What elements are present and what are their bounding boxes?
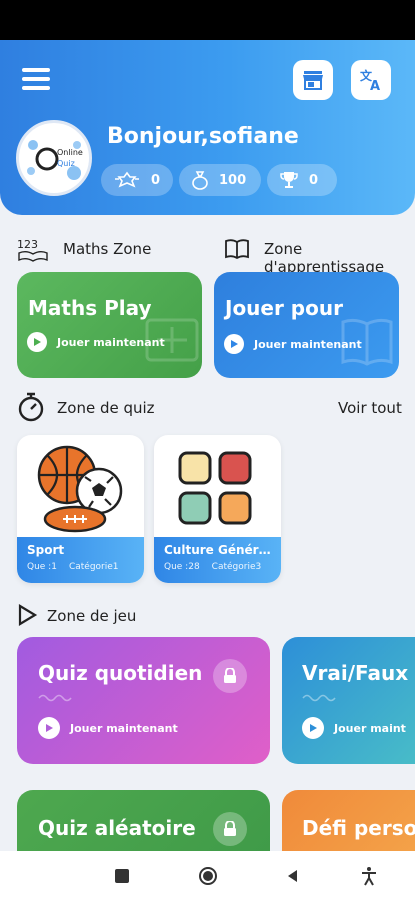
system-nav-bar	[0, 851, 415, 900]
trophy-icon	[280, 172, 298, 188]
true-false-card[interactable]: Vrai/Faux Jouer maint	[282, 637, 415, 764]
coins-stat: 100	[179, 164, 261, 196]
quiz-card-footer: Culture Généra... Que :28 Catégorie3	[154, 537, 281, 583]
daily-quiz-action-label: Jouer maintenant	[70, 721, 178, 735]
quiz-category: Catégorie3	[211, 562, 262, 572]
lock-icon	[213, 812, 247, 846]
recents-button[interactable]	[115, 869, 129, 883]
status-bar	[0, 0, 415, 40]
header: 文 A Online Quiz Bonjour,sofiane 0 100 0	[0, 40, 415, 215]
svg-text:A: A	[370, 79, 380, 91]
store-button[interactable]	[293, 60, 333, 100]
badge-value: 0	[151, 172, 161, 188]
wave-decor	[38, 694, 72, 702]
avatar[interactable]: Online Quiz	[16, 120, 92, 196]
quiz-zone-title: Zone de quiz	[57, 399, 155, 417]
maths-play-title: Maths Play	[28, 296, 152, 320]
lock-icon	[213, 659, 247, 693]
svg-text:Online: Online	[57, 148, 83, 157]
see-all-link[interactable]: Voir tout	[338, 399, 402, 417]
personal-challenge-title: Défi perso	[302, 816, 415, 840]
translate-icon: 文 A	[360, 69, 380, 91]
quiz-name: Sport	[27, 543, 65, 557]
timer-icon	[18, 392, 44, 422]
badge-stat: 0	[101, 164, 173, 196]
random-quiz-title: Quiz aléatoire	[38, 816, 196, 840]
svg-text:123: 123	[17, 238, 38, 251]
play-icon	[224, 334, 244, 354]
question-count: Que :1	[27, 562, 57, 572]
maths-play-action-label: Jouer maintenant	[57, 335, 165, 349]
true-false-title: Vrai/Faux	[302, 661, 409, 685]
maths-play-card[interactable]: Maths Play Jouer maintenant	[17, 272, 202, 378]
quiz-category: Catégorie1	[68, 562, 119, 572]
quiz-card-sport[interactable]: Sport Que :1 Catégorie1	[17, 435, 144, 583]
store-icon	[303, 71, 323, 90]
translate-button[interactable]: 文 A	[351, 60, 391, 100]
learning-zone-title: Zone d'apprentissage	[264, 240, 385, 274]
wave-decor	[302, 694, 336, 702]
play-outline-icon	[18, 604, 38, 626]
jouer-pour-title: Jouer pour	[225, 296, 343, 320]
jouer-pour-action[interactable]: Jouer maintenant	[224, 334, 362, 354]
sports-balls-icon	[37, 445, 123, 533]
coins-icon	[192, 171, 208, 190]
quiz-name: Culture Généra...	[164, 543, 271, 557]
badge-icon	[115, 171, 139, 188]
maths-zone-icon: 123	[17, 238, 48, 262]
greeting-text: Bonjour,sofiane	[107, 124, 299, 149]
svg-text:Quiz: Quiz	[57, 159, 75, 168]
quiz-card-footer: Sport Que :1 Catégorie1	[17, 537, 144, 583]
trophy-value: 0	[309, 172, 319, 188]
coins-value: 100	[219, 172, 247, 188]
play-icon	[38, 717, 60, 739]
menu-icon[interactable]	[22, 68, 50, 90]
play-icon	[27, 332, 47, 352]
true-false-action-label: Jouer maint	[334, 721, 406, 735]
jouer-pour-card[interactable]: Jouer pour Jouer maintenant	[214, 272, 399, 378]
quiz-card-culture[interactable]: Culture Généra... Que :28 Catégorie3	[154, 435, 281, 583]
back-icon[interactable]	[286, 869, 298, 883]
daily-quiz-title: Quiz quotidien	[38, 661, 203, 685]
maths-play-action[interactable]: Jouer maintenant	[27, 332, 165, 352]
category-grid-icon	[178, 451, 252, 525]
jouer-pour-action-label: Jouer maintenant	[254, 337, 362, 351]
daily-quiz-card[interactable]: Quiz quotidien Jouer maintenant	[17, 637, 270, 764]
accessibility-icon[interactable]	[361, 866, 377, 886]
book-icon	[225, 239, 249, 260]
play-icon	[302, 717, 324, 739]
home-button[interactable]	[199, 867, 217, 885]
game-zone-title: Zone de jeu	[47, 607, 137, 625]
question-count: Que :28	[164, 562, 200, 572]
daily-quiz-action[interactable]: Jouer maintenant	[38, 717, 178, 739]
maths-zone-title: Maths Zone	[63, 240, 152, 258]
online-quiz-logo: Online Quiz	[21, 125, 87, 191]
trophy-stat: 0	[267, 164, 337, 196]
true-false-action[interactable]: Jouer maint	[302, 717, 406, 739]
